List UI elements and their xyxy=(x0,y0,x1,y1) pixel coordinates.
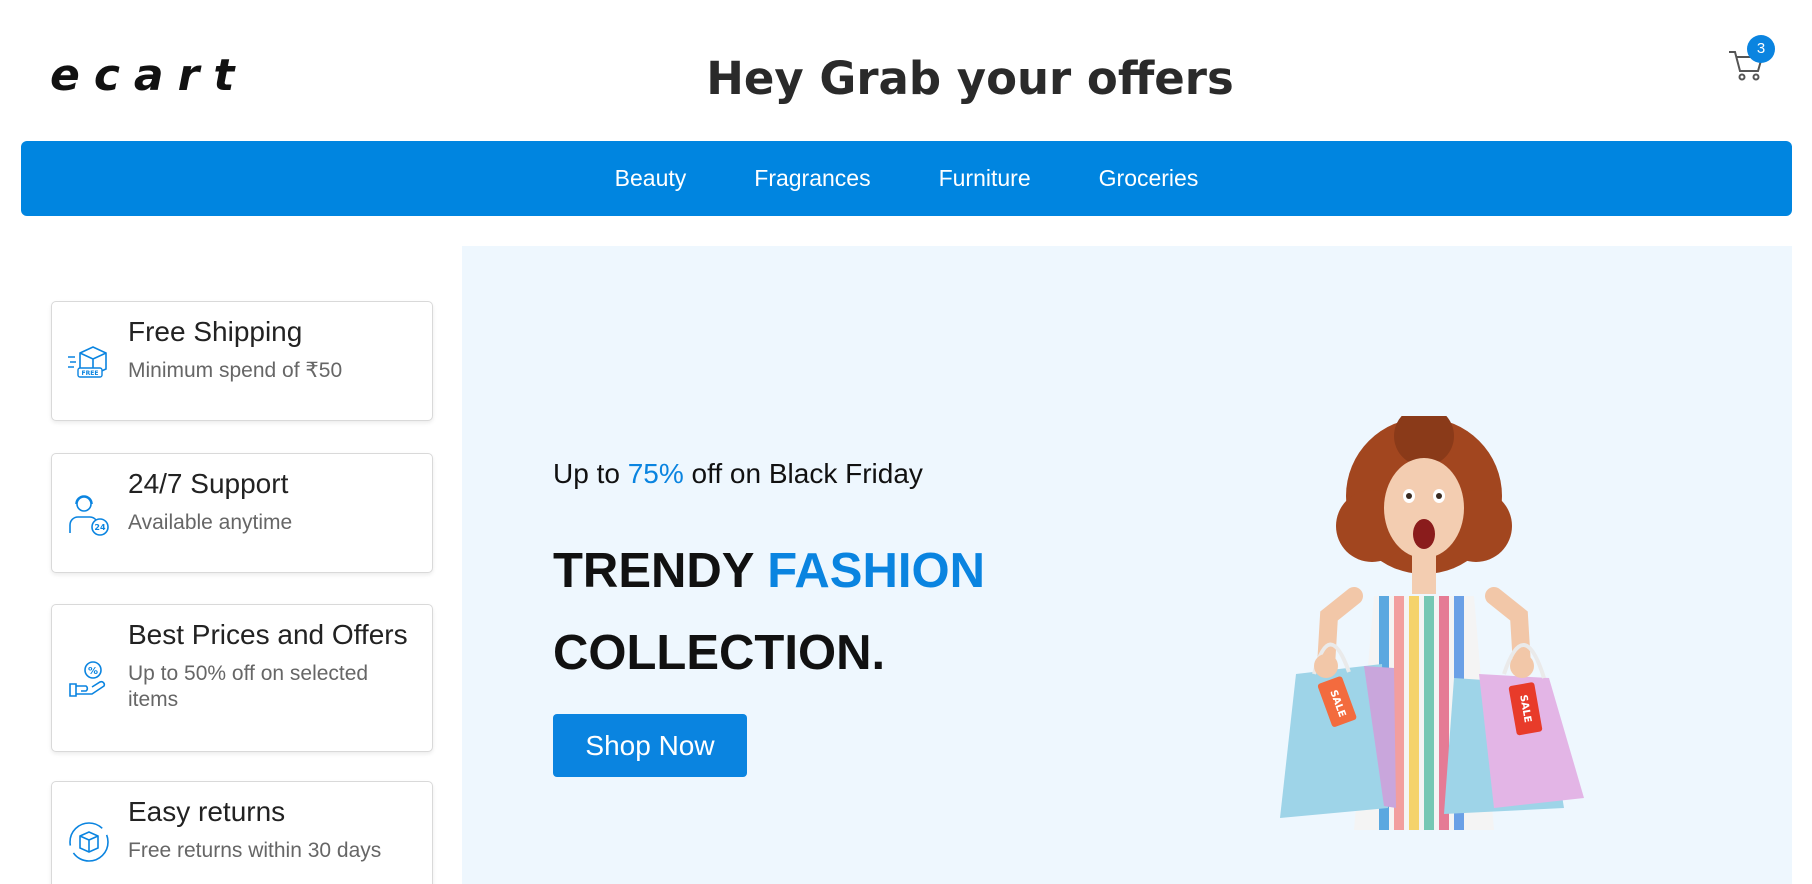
shop-now-button[interactable]: Shop Now xyxy=(553,714,747,777)
support-agent-icon: 24 xyxy=(66,491,112,537)
svg-text:%: % xyxy=(88,666,98,677)
feature-card-best-prices: % Best Prices and Offers Up to 50% off o… xyxy=(51,604,433,752)
feature-description: Available anytime xyxy=(128,511,293,534)
feature-card-easy-returns: Easy returns Free returns within 30 days xyxy=(51,781,433,884)
feature-description: Minimum spend of ₹50 xyxy=(128,359,343,382)
feature-card-free-shipping: FREE Free Shipping Minimum spend of ₹50 xyxy=(51,301,433,421)
hero-title-accent: FASHION xyxy=(767,544,985,598)
nav-item-groceries[interactable]: Groceries xyxy=(1099,165,1199,192)
nav-item-fragrances[interactable]: Fragrances xyxy=(754,165,870,192)
svg-text:FREE: FREE xyxy=(82,370,99,377)
feature-title: Best Prices and Offers xyxy=(128,619,408,650)
hero-title: TRENDY FASHION COLLECTION. xyxy=(553,530,985,694)
hero-banner: Up to 75% off on Black Friday TRENDY FAS… xyxy=(462,246,1792,884)
feature-title: Easy returns xyxy=(128,796,286,827)
nav-item-furniture[interactable]: Furniture xyxy=(939,165,1031,192)
nav-item-beauty[interactable]: Beauty xyxy=(615,165,687,192)
hero-subtitle-discount: 75% xyxy=(627,458,684,489)
free-shipping-box-icon: FREE xyxy=(66,339,112,385)
hero-subtitle: Up to 75% off on Black Friday xyxy=(553,458,923,490)
hero-subtitle-prefix: Up to xyxy=(553,458,628,489)
hero-model-image: SALE SALE xyxy=(1244,406,1604,830)
return-box-icon xyxy=(66,819,112,865)
discount-hand-icon: % xyxy=(66,656,112,702)
svg-text:24: 24 xyxy=(94,523,106,532)
feature-description: Free returns within 30 days xyxy=(128,839,382,862)
feature-title: 24/7 Support xyxy=(128,468,289,499)
page-headline: Hey Grab your offers xyxy=(706,52,1234,105)
header: ecart Hey Grab your offers 3 xyxy=(0,0,1812,140)
hero-subtitle-suffix: off on Black Friday xyxy=(683,458,923,489)
hero-title-part1: TRENDY xyxy=(553,544,768,598)
cart-count-badge: 3 xyxy=(1747,35,1775,63)
feature-title: Free Shipping xyxy=(128,316,303,347)
hero-title-part2: COLLECTION. xyxy=(553,626,886,680)
category-navbar: Beauty Fragrances Furniture Groceries xyxy=(21,141,1792,216)
feature-description: Up to 50% off on selected items xyxy=(128,662,369,711)
feature-card-support: 24 24/7 Support Available anytime xyxy=(51,453,433,573)
